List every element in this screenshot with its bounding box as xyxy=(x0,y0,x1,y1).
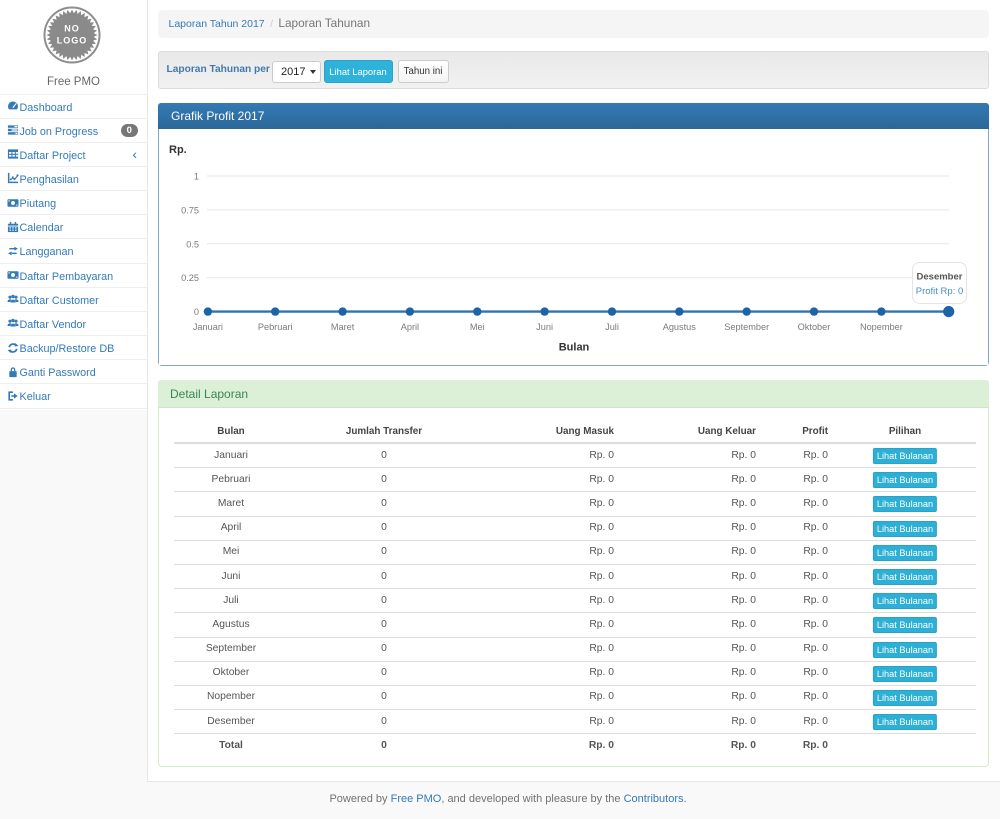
svg-text:0.25: 0.25 xyxy=(181,273,199,283)
svg-text:Nopember: Nopember xyxy=(860,322,903,332)
svg-text:NO: NO xyxy=(64,24,80,34)
svg-text:Pebruari: Pebruari xyxy=(258,322,293,332)
svg-text:Januari: Januari xyxy=(193,322,223,332)
svg-text:April: April xyxy=(401,322,419,332)
svg-text:1: 1 xyxy=(194,172,199,182)
svg-text:0.5: 0.5 xyxy=(186,239,199,249)
svg-text:Agustus: Agustus xyxy=(663,322,697,332)
svg-text:Rp.: Rp. xyxy=(169,144,187,156)
svg-text:Oktober: Oktober xyxy=(798,322,831,332)
svg-text:September: September xyxy=(724,322,769,332)
svg-text:LOGO: LOGO xyxy=(57,36,88,46)
svg-text:Juli: Juli xyxy=(605,322,619,332)
svg-text:0: 0 xyxy=(194,307,199,317)
svg-text:0.75: 0.75 xyxy=(181,205,199,215)
svg-text:Juni: Juni xyxy=(536,322,553,332)
svg-text:Bulan: Bulan xyxy=(559,342,590,354)
svg-text:Profit Rp: 0: Profit Rp: 0 xyxy=(916,286,964,297)
svg-text:Maret: Maret xyxy=(331,322,355,332)
svg-text:Desember: Desember xyxy=(917,272,963,283)
svg-text:Mei: Mei xyxy=(470,322,485,332)
